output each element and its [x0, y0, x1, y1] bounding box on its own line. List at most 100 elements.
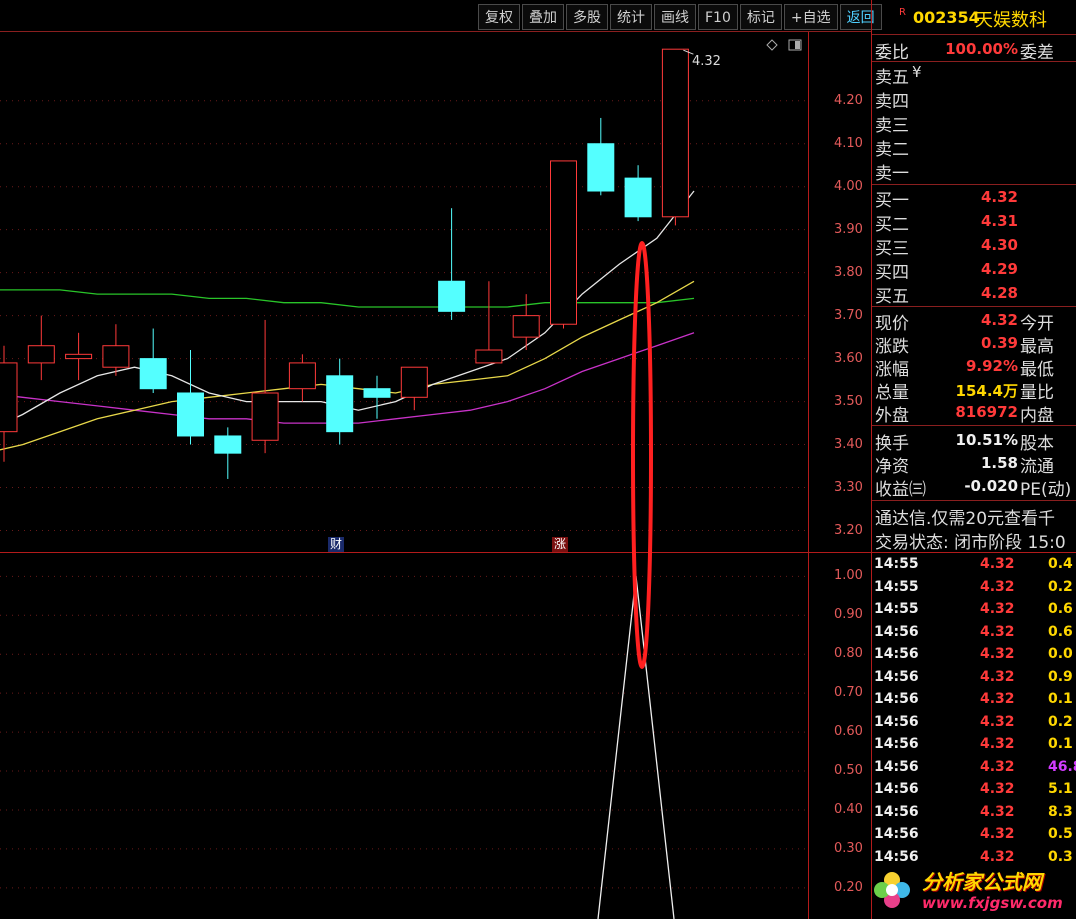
sell-level-3-label: 卖三 — [875, 116, 909, 136]
candle-body — [177, 392, 204, 437]
trade-row[interactable]: 14:56 4.32 0.5 — [872, 826, 1076, 848]
finance-badge[interactable]: 财 — [328, 537, 345, 552]
quote-row-4-label2: 内盘 — [1020, 406, 1054, 426]
sell-level-4: 卖四 — [872, 87, 1076, 112]
trade-price: 4.32 — [980, 646, 1015, 662]
candle-body — [512, 315, 540, 338]
trade-row[interactable]: 14:55 4.32 0.2 — [872, 579, 1076, 601]
sub-y-tick: 0.70 — [834, 685, 863, 701]
main-y-tick: 3.80 — [834, 264, 863, 280]
fund-row-2: 收益㈢ -0.020 PE(动) — [872, 475, 1076, 500]
toolbar-button-0[interactable]: 复权 — [478, 4, 520, 30]
candle — [0, 345, 18, 462]
buy-level-3: 买三 4.30 — [872, 234, 1076, 259]
status-row: 交易状态: 闭市阶段 15:0 — [872, 528, 1076, 553]
fund-row-2-label: 收益㈢ — [875, 480, 926, 500]
buy-level-2: 买二 4.31 — [872, 210, 1076, 235]
quote-row-0-value: 4.32 — [980, 311, 1018, 329]
trade-time: 14:56 — [874, 781, 919, 797]
sub-y-tick: 1.00 — [834, 568, 863, 584]
trade-row[interactable]: 14:56 4.32 0.1 — [872, 691, 1076, 713]
toolbar-button-1[interactable]: 叠加 — [522, 4, 564, 30]
toolbar-button-7[interactable]: +自选 — [783, 4, 838, 30]
quote-row-0-label2: 今开 — [1020, 314, 1054, 334]
candle — [65, 332, 93, 381]
trade-row[interactable]: 14:56 4.32 0.1 — [872, 736, 1076, 758]
candle-body — [400, 366, 428, 398]
trade-row[interactable]: 14:56 4.32 0.6 — [872, 624, 1076, 646]
r-mark: R — [899, 7, 906, 18]
trade-row[interactable]: 14:55 4.32 0.6 — [872, 601, 1076, 623]
sub-y-tick: 0.90 — [834, 607, 863, 623]
indicator-chart[interactable] — [0, 553, 808, 919]
sub-y-tick: 0.50 — [834, 763, 863, 779]
buy-level-4-value: 4.29 — [980, 260, 1018, 278]
candle — [400, 366, 428, 411]
candle-body — [65, 353, 93, 360]
promo-row[interactable]: 通达信.仅需20元查看千 — [872, 504, 1076, 529]
buy-level-5-label: 买五 — [875, 287, 909, 307]
fund-row-1-label: 净资 — [875, 457, 909, 477]
toolbar-button-6[interactable]: 标记 — [739, 4, 782, 30]
trade-row[interactable]: 14:56 4.32 8.3 — [872, 804, 1076, 826]
buy-level-3-label: 买三 — [875, 239, 909, 259]
candle — [27, 315, 55, 381]
main-y-tick: 3.20 — [834, 522, 863, 538]
buy-level-1: 买一 4.32 — [872, 186, 1076, 211]
quote-row-2: 涨幅 9.92% 最低 — [872, 355, 1076, 380]
quote-row-1: 涨跌 0.39 最高 — [872, 332, 1076, 357]
candle-body — [363, 388, 391, 398]
quote-row-4-value: 816972 — [955, 403, 1018, 421]
sell-level-4-label: 卖四 — [875, 92, 909, 112]
candle-body — [475, 349, 503, 364]
candlestick-chart[interactable] — [0, 32, 808, 552]
trade-vol: 0.9 — [1048, 668, 1073, 685]
watermark-url: www.fxjgsw.com — [922, 894, 1063, 912]
trade-price: 4.32 — [980, 826, 1015, 842]
stock-header[interactable]: R 002354 天娱数科 — [872, 7, 1076, 31]
toolbar-button-4[interactable]: 画线 — [654, 4, 696, 30]
toolbar-button-5[interactable]: F10 — [698, 4, 738, 30]
candle-body — [438, 280, 466, 312]
trade-row[interactable]: 14:55 4.32 0.4 — [872, 556, 1076, 578]
main-y-tick: 3.50 — [834, 393, 863, 409]
trade-row[interactable]: 14:56 4.32 46.8 — [872, 759, 1076, 781]
limit-up-badge[interactable]: 涨 — [552, 537, 569, 552]
fund-row-0: 换手 10.51% 股本 — [872, 429, 1076, 454]
buy-level-1-value: 4.32 — [980, 188, 1018, 206]
candle-body — [251, 392, 279, 441]
candle-body — [550, 160, 577, 325]
trade-row[interactable]: 14:56 4.32 5.1 — [872, 781, 1076, 803]
sub-y-tick: 0.40 — [834, 801, 863, 817]
trade-vol: 46.8 — [1048, 758, 1076, 775]
watermark-title: 分析家公式网 — [922, 870, 1042, 894]
sub-y-tick: 0.30 — [834, 840, 863, 856]
quote-row-3-label: 总量 — [875, 383, 909, 403]
trade-time: 14:56 — [874, 736, 919, 752]
ma-green-line — [0, 289, 695, 308]
sub-y-tick: 0.80 — [834, 646, 863, 662]
candle — [587, 117, 615, 196]
toolbar-button-3[interactable]: 统计 — [610, 4, 652, 30]
candle-body — [139, 358, 167, 390]
candle — [363, 375, 391, 419]
trade-price: 4.32 — [980, 781, 1015, 797]
quote-row-2-label2: 最低 — [1020, 360, 1054, 380]
fund-row-2-value: -0.020 — [964, 477, 1018, 495]
trade-time: 14:56 — [874, 623, 919, 640]
toolbar-button-2[interactable]: 多股 — [566, 4, 608, 30]
quote-row-1-label: 涨跌 — [875, 337, 909, 357]
candle-body — [624, 177, 652, 218]
candle — [624, 165, 652, 222]
trade-vol: 8.3 — [1048, 803, 1073, 820]
trade-row[interactable]: 14:56 4.32 0.2 — [872, 714, 1076, 736]
fund-row-1-value: 1.58 — [980, 454, 1018, 472]
main-y-tick: 3.90 — [834, 221, 863, 237]
trade-price: 4.32 — [980, 758, 1015, 775]
trade-row[interactable]: 14:56 4.32 0.0 — [872, 646, 1076, 668]
candle — [288, 354, 316, 402]
candle-body — [102, 345, 130, 368]
trade-price: 4.32 — [980, 578, 1015, 595]
trade-row[interactable]: 14:56 4.32 0.9 — [872, 669, 1076, 691]
buy-level-3-value: 4.30 — [980, 236, 1018, 254]
